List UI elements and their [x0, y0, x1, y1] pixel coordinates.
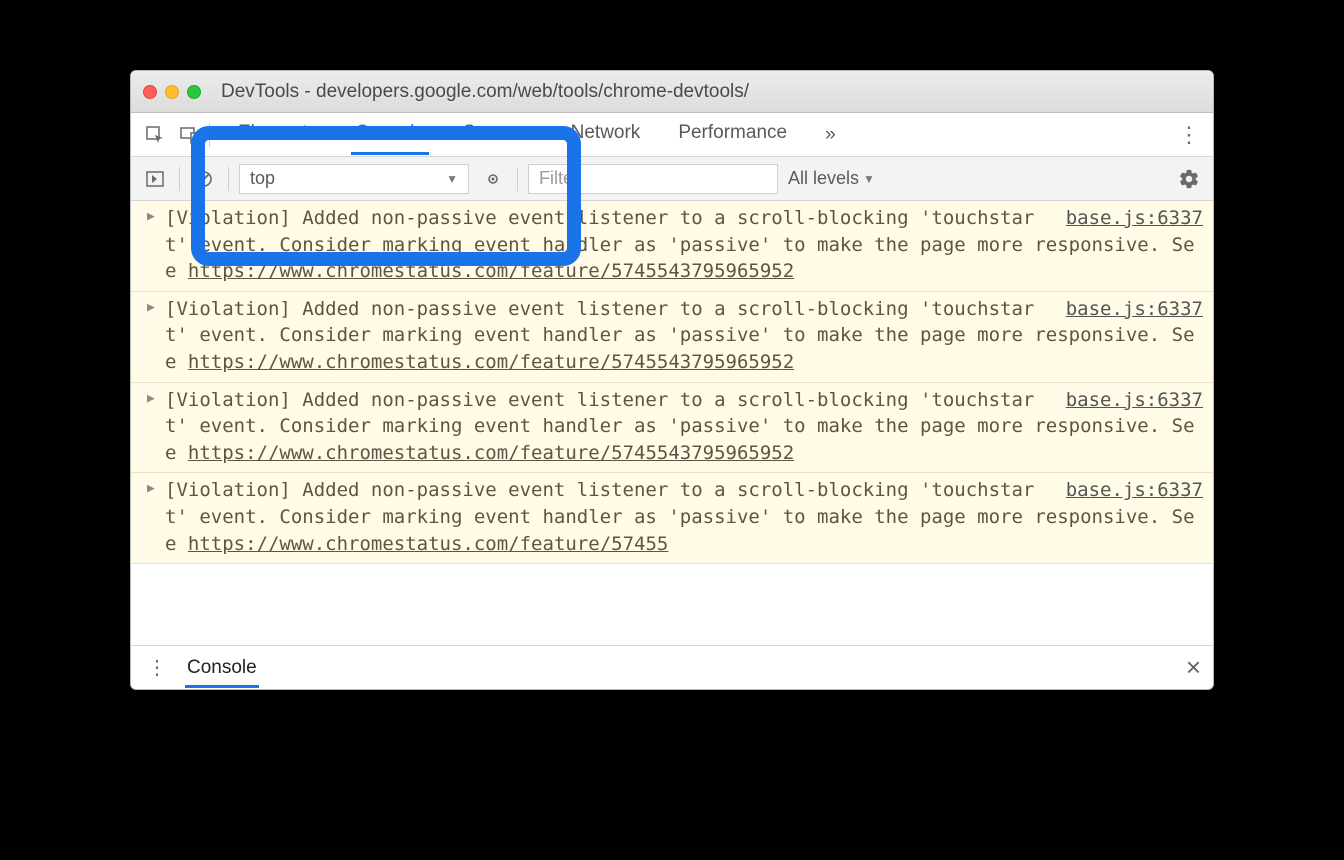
- tab-performance[interactable]: Performance: [674, 114, 791, 155]
- window-title: DevTools - developers.google.com/web/too…: [221, 81, 749, 103]
- context-selector-value: top: [250, 168, 275, 189]
- expand-arrow-icon[interactable]: ▶: [147, 390, 155, 408]
- inspect-element-icon[interactable]: [141, 121, 169, 149]
- message-source-link[interactable]: base.js:6337: [1066, 387, 1203, 414]
- message-link[interactable]: https://www.chromestatus.com/feature/574…: [188, 442, 794, 464]
- window-close-button[interactable]: [143, 85, 157, 99]
- expand-arrow-icon[interactable]: ▶: [147, 208, 155, 226]
- message-link[interactable]: https://www.chromestatus.com/feature/574…: [188, 260, 794, 282]
- console-message: ▶ base.js:6337 [Violation] Added non-pas…: [131, 292, 1213, 383]
- clear-console-icon[interactable]: [190, 165, 218, 193]
- message-source-link[interactable]: base.js:6337: [1066, 205, 1203, 232]
- message-source-link[interactable]: base.js:6337: [1066, 477, 1203, 504]
- tab-elements[interactable]: Elements: [234, 114, 321, 155]
- toggle-sidebar-icon[interactable]: [141, 165, 169, 193]
- tabs-overflow[interactable]: »: [821, 114, 840, 155]
- main-tabs: Elements Console Sources Network Perform…: [234, 114, 1169, 155]
- window-controls: [143, 85, 201, 99]
- tab-network[interactable]: Network: [567, 114, 645, 155]
- drawer: ⋮ Console ×: [131, 645, 1213, 689]
- console-message: ▶ base.js:6337 [Violation] Added non-pas…: [131, 201, 1213, 292]
- chevron-down-icon: ▼: [863, 172, 875, 186]
- tab-sources[interactable]: Sources: [459, 114, 537, 155]
- console-message: ▶ base.js:6337 [Violation] Added non-pas…: [131, 383, 1213, 474]
- log-levels-label: All levels: [788, 168, 859, 189]
- drawer-tab-console[interactable]: Console: [185, 648, 259, 688]
- close-drawer-icon[interactable]: ×: [1186, 652, 1201, 683]
- separator: [209, 123, 210, 147]
- console-messages: ▶ base.js:6337 [Violation] Added non-pas…: [131, 201, 1213, 645]
- message-source-link[interactable]: base.js:6337: [1066, 296, 1203, 323]
- tab-console[interactable]: Console: [351, 114, 429, 155]
- context-selector[interactable]: top ▼: [239, 164, 469, 194]
- separator: [228, 167, 229, 191]
- kebab-menu-icon[interactable]: ⋮: [1175, 121, 1203, 149]
- message-link[interactable]: https://www.chromestatus.com/feature/574…: [188, 351, 794, 373]
- titlebar: DevTools - developers.google.com/web/too…: [131, 71, 1213, 113]
- device-toolbar-icon[interactable]: [175, 121, 203, 149]
- expand-arrow-icon[interactable]: ▶: [147, 480, 155, 498]
- message-link[interactable]: https://www.chromestatus.com/feature/574…: [188, 533, 668, 555]
- expand-arrow-icon[interactable]: ▶: [147, 299, 155, 317]
- window-minimize-button[interactable]: [165, 85, 179, 99]
- devtools-window: DevTools - developers.google.com/web/too…: [130, 70, 1214, 690]
- log-levels-dropdown[interactable]: All levels ▼: [788, 168, 875, 189]
- separator: [517, 167, 518, 191]
- console-toolbar: top ▼ All levels ▼: [131, 157, 1213, 201]
- live-expression-icon[interactable]: [479, 165, 507, 193]
- settings-gear-icon[interactable]: [1175, 165, 1203, 193]
- chevron-down-icon: ▼: [446, 172, 458, 186]
- drawer-kebab-icon[interactable]: ⋮: [143, 654, 171, 682]
- window-zoom-button[interactable]: [187, 85, 201, 99]
- main-tabs-row: Elements Console Sources Network Perform…: [131, 113, 1213, 157]
- console-message: ▶ base.js:6337 [Violation] Added non-pas…: [131, 473, 1213, 564]
- separator: [179, 167, 180, 191]
- filter-input[interactable]: [528, 164, 778, 194]
